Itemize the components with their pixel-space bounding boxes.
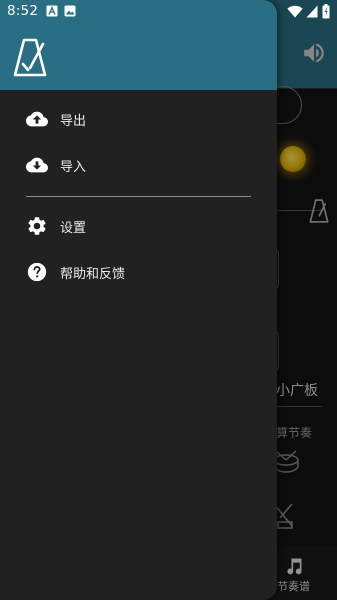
notification-image-icon (64, 5, 76, 17)
menu-item-import[interactable]: 导入 (0, 142, 277, 188)
menu-item-label: 设置 (60, 220, 87, 236)
battery-icon (322, 4, 330, 19)
navigation-drawer: 导出 导入 设置 帮助和反馈 (0, 0, 277, 600)
cloud-upload-icon (26, 108, 48, 130)
help-circle-icon (26, 261, 48, 283)
metronome-icon (13, 38, 47, 77)
menu-item-label: 导入 (60, 159, 87, 175)
menu-item-settings[interactable]: 设置 (0, 203, 277, 249)
menu-item-label: 导出 (60, 113, 87, 129)
notification-a-icon (46, 5, 58, 17)
menu-item-export[interactable]: 导出 (0, 96, 277, 142)
gear-icon (26, 215, 48, 237)
menu-item-help-feedback[interactable]: 帮助和反馈 (0, 249, 277, 295)
signal-icon (306, 5, 318, 18)
cloud-download-icon (26, 154, 48, 176)
status-bar: 8:52 (0, 0, 337, 24)
drawer-menu: 导出 导入 设置 帮助和反馈 (0, 96, 277, 295)
menu-item-label: 帮助和反馈 (60, 266, 126, 282)
wifi-icon (287, 5, 303, 18)
menu-divider (26, 196, 251, 197)
status-time: 8:52 (7, 3, 39, 19)
